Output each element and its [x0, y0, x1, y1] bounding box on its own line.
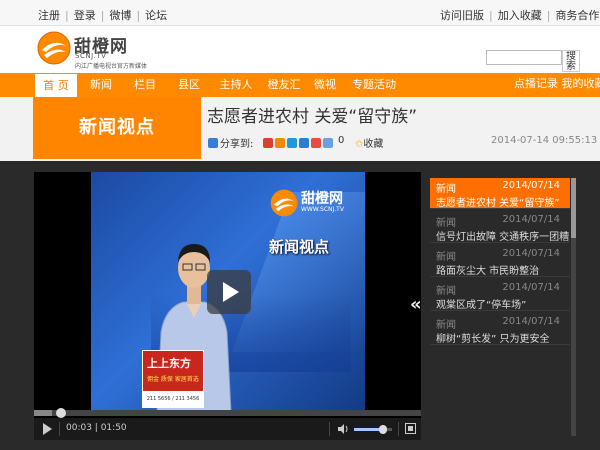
- nav-hosts[interactable]: 主持人: [214, 73, 258, 97]
- item-category: 新闻: [436, 320, 456, 331]
- nav-programs[interactable]: 栏目: [126, 73, 164, 97]
- playlist-item[interactable]: 新闻 2014/07/14 路面灰尘大 市民盼整治: [430, 246, 570, 277]
- play-icon[interactable]: [43, 423, 52, 435]
- playlist-scrollbar[interactable]: [571, 178, 576, 436]
- business-link[interactable]: 商务合作: [555, 9, 599, 22]
- control-divider: [59, 422, 60, 436]
- collapse-arrow-icon[interactable]: «: [410, 294, 422, 315]
- share-plus-icon[interactable]: [208, 138, 218, 148]
- video-player[interactable]: 甜橙网 WWW.SCNJ.TV 新闻视点 上上东方 佣金 质保 家居首选 211…: [34, 172, 421, 440]
- history-favorites-link[interactable]: 点播记录 我的收藏: [514, 77, 600, 90]
- title-band: 新闻视点 志愿者进农村 关爱“留守族” 分享到: 0 ✩收藏 2014-07-1…: [0, 97, 600, 161]
- control-divider: [329, 422, 330, 436]
- video-title: 志愿者进农村 关爱“留守族”: [207, 107, 418, 127]
- time-display: 00:03 | 01:50: [66, 423, 127, 433]
- control-divider: [398, 422, 399, 436]
- nav-friends[interactable]: 橙友汇: [262, 73, 306, 97]
- player-controls: 00:03 | 01:50: [34, 418, 421, 440]
- share-qzone-icon[interactable]: [262, 138, 273, 148]
- orange-logo-icon: [37, 31, 71, 65]
- fullscreen-icon[interactable]: [405, 423, 416, 434]
- playlist: 新闻 2014/07/14 志愿者进农村 关爱“留守族” 新闻 2014/07/…: [430, 178, 570, 440]
- nav-news[interactable]: 新闻: [82, 73, 120, 97]
- register-link[interactable]: 注册: [38, 9, 60, 22]
- favorite-button[interactable]: ✩收藏: [355, 135, 383, 150]
- share-tencent-icon[interactable]: [286, 138, 297, 148]
- favorite-label: 收藏: [363, 139, 384, 150]
- nav-specials[interactable]: 专题活动: [344, 73, 404, 97]
- volume-icon[interactable]: [337, 423, 349, 435]
- item-date: 2014/07/14: [502, 180, 560, 191]
- item-title: 路面灰尘大 市民盼整治: [436, 266, 540, 277]
- board-line2: 佣金 质保 家居首选: [147, 376, 199, 383]
- top-links-right: 访问旧版 | 加入收藏 | 商务合作: [440, 9, 600, 22]
- item-category: 新闻: [436, 252, 456, 263]
- main-nav: 首 页 新闻 栏目 县区 主持人 橙友汇 微视 专题活动 点播记录 我的收藏: [0, 73, 600, 97]
- progress-handle[interactable]: [56, 408, 66, 418]
- board-line3: 211 5656 / 211 3456: [143, 391, 203, 407]
- item-category: 新闻: [436, 286, 456, 297]
- current-time: 00:03: [66, 423, 92, 433]
- site-header: 甜橙网 SCNJ.TV 内江广播电视台官方新媒体 搜索: [0, 26, 600, 73]
- publish-datetime: 2014-07-14 09:55:13: [491, 135, 598, 146]
- item-date: 2014/07/14: [502, 282, 560, 293]
- weibo-link[interactable]: 微博: [109, 9, 131, 22]
- item-date: 2014/07/14: [502, 214, 560, 225]
- share-weibo-icon[interactable]: [274, 138, 285, 148]
- top-bar: 注册 | 登录 | 微博 | 论坛 访问旧版 | 加入收藏 | 商务合作: [0, 0, 600, 26]
- board-line1: 上上东方: [147, 357, 191, 370]
- item-title: 观棠区成了“停车场”: [436, 300, 527, 311]
- nav-home[interactable]: 首 页: [34, 73, 78, 97]
- item-title: 柳树“剪长发” 只为更安全: [436, 334, 550, 345]
- playlist-item[interactable]: 新闻 2014/07/14 信号灯出故障 交通秩序一团糟: [430, 212, 570, 243]
- playlist-item[interactable]: 新闻 2014/07/14 观棠区成了“停车场”: [430, 280, 570, 311]
- add-favorite-link[interactable]: 加入收藏: [498, 9, 542, 22]
- login-link[interactable]: 登录: [74, 9, 96, 22]
- sponsor-board: 上上东方 佣金 质保 家居首选 211 5656 / 211 3456: [142, 350, 204, 408]
- scrollbar-thumb[interactable]: [571, 178, 576, 238]
- screen-logo-domain: WWW.SCNJ.TV: [301, 206, 344, 213]
- share-count: 0: [338, 135, 345, 146]
- volume-slider[interactable]: [354, 425, 392, 434]
- playlist-item[interactable]: 新闻 2014/07/14 柳树“剪长发” 只为更安全: [430, 314, 570, 345]
- search-input[interactable]: [486, 50, 562, 65]
- logo-tagline: 内江广播电视台官方新媒体: [75, 63, 148, 70]
- old-version-link[interactable]: 访问旧版: [440, 9, 484, 22]
- site-logo[interactable]: 甜橙网 SCNJ.TV 内江广播电视台官方新媒体: [36, 30, 166, 70]
- item-title: 信号灯出故障 交通秩序一团糟: [436, 232, 570, 243]
- share-kaixin-icon[interactable]: [310, 138, 321, 148]
- share-more-icon[interactable]: [322, 138, 333, 148]
- nav-microvideo[interactable]: 微视: [308, 73, 342, 97]
- nav-counties[interactable]: 县区: [170, 73, 208, 97]
- logo-domain: SCNJ.TV: [75, 52, 107, 60]
- duration: 01:50: [100, 423, 127, 433]
- item-category: 新闻: [436, 184, 456, 195]
- volume-handle[interactable]: [378, 425, 387, 434]
- item-date: 2014/07/14: [502, 316, 560, 327]
- item-title: 志愿者进农村 关爱“留守族”: [436, 198, 560, 209]
- screen-show-title: 新闻视点: [269, 238, 330, 256]
- top-links-left: 注册 | 登录 | 微博 | 论坛: [38, 9, 168, 22]
- screen-logo-text: 甜橙网: [301, 191, 343, 207]
- share-bar: 分享到:: [208, 135, 335, 150]
- share-label: 分享到:: [220, 139, 254, 150]
- share-renren-icon[interactable]: [298, 138, 309, 148]
- forum-link[interactable]: 论坛: [145, 9, 167, 22]
- search-button[interactable]: 搜索: [562, 50, 580, 72]
- play-overlay-button[interactable]: [207, 270, 251, 314]
- item-category: 新闻: [436, 218, 456, 229]
- progress-bar[interactable]: [34, 408, 421, 418]
- playlist-item[interactable]: 新闻 2014/07/14 志愿者进农村 关爱“留守族”: [430, 178, 570, 209]
- section-title: 新闻视点: [33, 97, 201, 159]
- progress-fill: [34, 410, 52, 416]
- item-date: 2014/07/14: [502, 248, 560, 259]
- orange-logo-icon: [270, 189, 298, 217]
